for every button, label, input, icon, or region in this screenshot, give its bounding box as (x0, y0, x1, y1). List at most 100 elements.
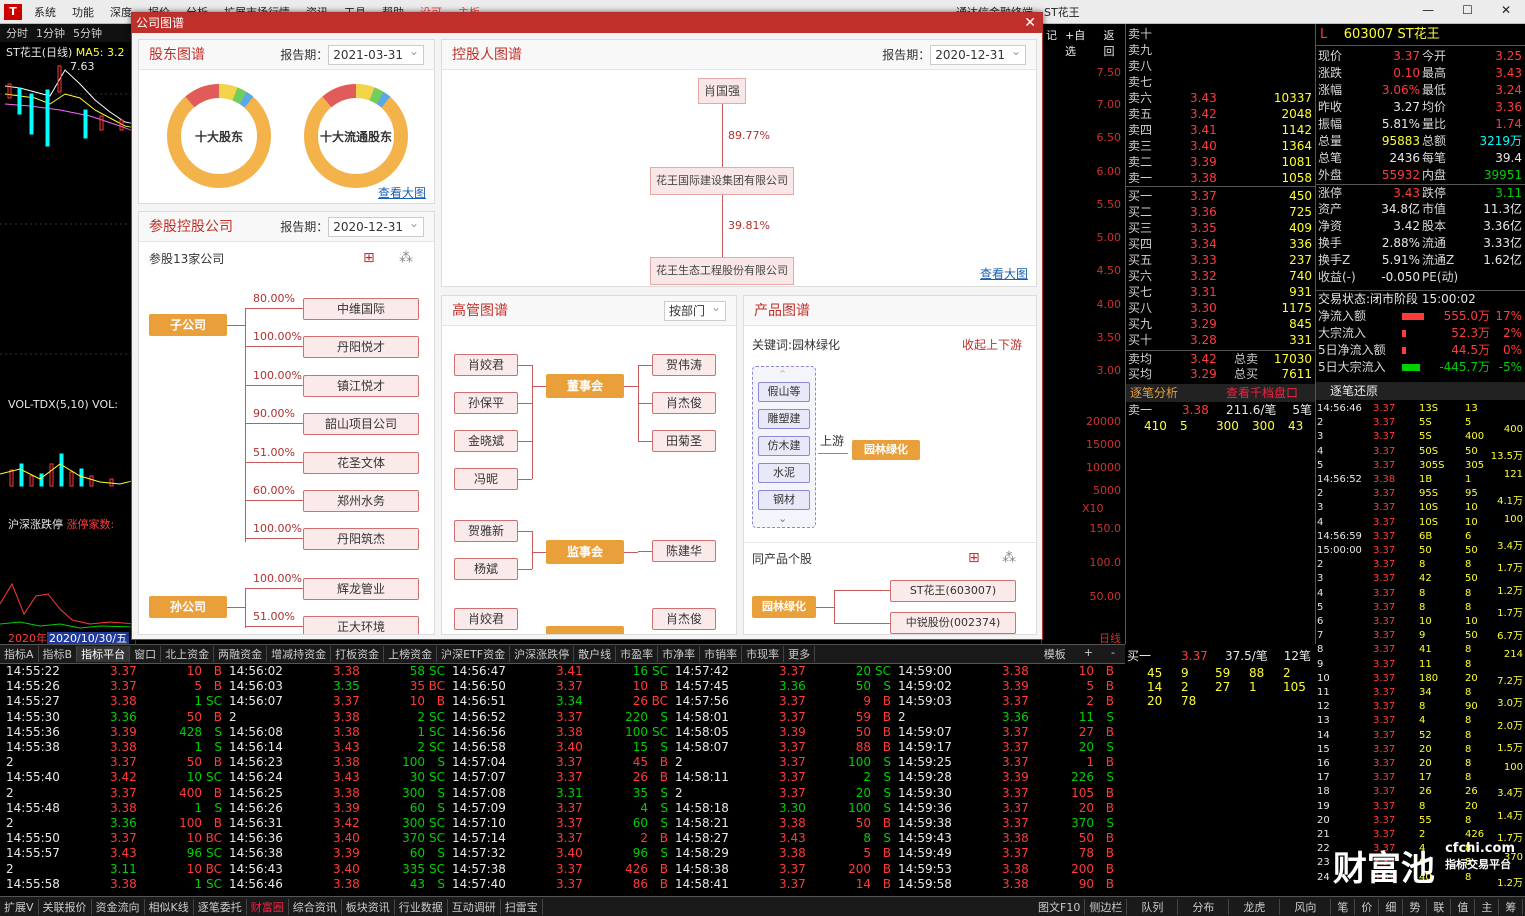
period-select[interactable]: 2020-12-31 (930, 42, 1026, 65)
subsidiary-root-node[interactable]: 子公司 (149, 314, 227, 336)
view-large-link[interactable]: 查看大图 (980, 265, 1028, 282)
period-select[interactable]: 2020-12-31 (328, 214, 424, 237)
depth-link[interactable]: 查看千档盘口 (1226, 384, 1298, 402)
side-tab[interactable]: 联 (1427, 898, 1452, 915)
template-control[interactable]: + (1080, 646, 1097, 662)
tab-1min[interactable]: 1分钟 (36, 25, 65, 41)
side-tab[interactable]: 价 (1355, 898, 1380, 915)
upstream-item[interactable]: 仿木建筑.. (758, 436, 810, 456)
upstream-item[interactable]: 雕塑建筑.. (758, 409, 810, 429)
controller-company-node[interactable]: 花王生态工程股份有限公司 (650, 257, 794, 285)
holding-node[interactable]: 丹阳筑杰 (303, 528, 419, 551)
indicator-tab[interactable]: 北上资金 (161, 646, 215, 662)
holding-node[interactable]: 辉龙管业 (303, 578, 419, 600)
executive-node[interactable]: 肖姣君 (454, 354, 518, 376)
tab-5min[interactable]: 5分钟 (73, 25, 102, 41)
side-tab[interactable]: 主 (1475, 898, 1500, 915)
department-node[interactable]: 董事会 (546, 374, 624, 398)
bottom-tab[interactable]: 行业数据 (395, 898, 448, 915)
executive-node[interactable]: 杨斌 (454, 558, 518, 580)
holding-node[interactable]: 镇江悦才 (303, 374, 419, 397)
note-button[interactable]: 记 (1046, 27, 1057, 59)
minimize-icon[interactable]: — (1414, 3, 1442, 17)
executive-node[interactable]: 肖杰俊 (652, 392, 716, 414)
executive-node[interactable]: 贺伟涛 (652, 354, 716, 376)
peer-stock-node[interactable]: ST花王(603007) (890, 580, 1016, 602)
controller-person-node[interactable]: 肖国强 (698, 78, 746, 104)
holding-node[interactable]: 郑州水务 (303, 490, 419, 512)
menu-system[interactable]: 系统 (26, 4, 64, 20)
indicator-tab[interactable]: 打板资金 (331, 646, 385, 662)
bottom-tab[interactable]: 扩展V (0, 898, 39, 915)
graph-view-icon[interactable]: ⁂ (1002, 550, 1016, 566)
holding-node[interactable]: 正大环境 (303, 616, 419, 634)
indicator-tab[interactable]: 指标平台 (77, 646, 131, 662)
tick-analysis-tab[interactable]: 逐笔分析 (1130, 384, 1178, 402)
side-tab[interactable]: 势 (1403, 898, 1428, 915)
department-node[interactable]: 监事会 (546, 540, 624, 564)
indicator-tab[interactable]: 更多 (784, 646, 816, 662)
product-node[interactable]: 园林绿化 (852, 440, 920, 460)
indicator-tab[interactable]: 指标A (0, 646, 39, 662)
upstream-item[interactable]: 水泥 (758, 463, 810, 483)
indicator-tab[interactable]: 指标B (39, 646, 78, 662)
side-tab[interactable]: 笔 (1331, 898, 1356, 915)
bottom-tab[interactable]: 综合资讯 (289, 898, 342, 915)
close-icon[interactable]: ✕ (1024, 13, 1036, 33)
side-tab[interactable]: 筹 (1499, 898, 1524, 915)
collapse-chain-link[interactable]: 收起上下游 (962, 336, 1022, 353)
side-tab[interactable]: 队列 (1127, 898, 1179, 915)
side-tab[interactable]: 值 (1451, 898, 1476, 915)
side-tab[interactable]: 分布 (1178, 898, 1230, 915)
upstream-item[interactable]: 钢材 (758, 490, 810, 510)
bottom-tab[interactable]: 扫雷宝 (501, 898, 543, 915)
close-icon[interactable]: ✕ (1493, 3, 1519, 17)
top10-holders-label[interactable]: 十大股东 (179, 128, 259, 145)
graph-view-icon[interactable]: ⁂ (399, 250, 413, 266)
bottom-tab[interactable]: 相似K线 (145, 898, 194, 915)
executive-node[interactable]: 贺雅新 (454, 520, 518, 542)
tick-restore-tab[interactable]: 逐笔还原 (1330, 384, 1378, 398)
indicator-tab[interactable]: 市现率 (742, 646, 785, 662)
holding-node[interactable]: 韶山项目公司 (303, 413, 419, 436)
grandsub-root-node[interactable]: 孙公司 (149, 596, 227, 618)
template-control[interactable]: 模板 (1040, 646, 1070, 662)
bottom-tab[interactable]: 互动调研 (448, 898, 501, 915)
indicator-tab[interactable]: 市销率 (700, 646, 743, 662)
bottom-tab[interactable]: 资金流向 (92, 898, 145, 915)
bottom-tab[interactable]: 财富圈 (247, 898, 289, 915)
upstream-item[interactable]: 假山等建.. (758, 382, 810, 402)
indicator-tab[interactable]: 上榜资金 (384, 646, 438, 662)
tree-view-icon[interactable]: ⊞ (363, 250, 375, 266)
back-button[interactable]: 返回 (1104, 27, 1126, 59)
controller-group-node[interactable]: 花王国际建设集团有限公司 (650, 167, 794, 195)
tab-timeshare[interactable]: 分时 (6, 25, 28, 41)
maximize-icon[interactable]: ☐ (1454, 3, 1481, 17)
executive-node[interactable]: 肖姣君 (454, 608, 518, 630)
indicator-tab[interactable]: 两融资金 (214, 646, 268, 662)
scroll-up-icon[interactable]: ⌃ (778, 368, 787, 381)
indicator-tab[interactable]: 散户线 (574, 646, 617, 662)
kline-chart-pane[interactable]: ST花王(日线) MA5: 3.2 7.63 VOL-TDX(5,10) VOL… (0, 24, 136, 645)
department-filter[interactable]: 按部门 (663, 298, 726, 321)
indicator-tab[interactable]: 增减持资金 (267, 646, 332, 662)
side-tab[interactable]: 细 (1379, 898, 1404, 915)
peer-stock-node[interactable]: 中锐股份(002374) (890, 612, 1016, 634)
executive-node[interactable]: 田菊圣 (652, 430, 716, 452)
executive-node[interactable]: 孙保平 (454, 392, 518, 414)
view-large-link[interactable]: 查看大图 (378, 184, 426, 201)
executive-node[interactable]: 金晓斌 (454, 430, 518, 452)
executive-node[interactable]: 陈建华 (652, 540, 716, 562)
scroll-down-icon[interactable]: ⌄ (778, 512, 787, 525)
indicator-tab[interactable]: 市净率 (658, 646, 701, 662)
side-tab[interactable]: 风向 (1280, 898, 1332, 915)
indicator-tab[interactable]: 市盈率 (616, 646, 659, 662)
tree-view-icon[interactable]: ⊞ (968, 550, 980, 566)
bottom-tab[interactable]: 板块资讯 (342, 898, 395, 915)
holding-node[interactable]: 中维国际 (303, 298, 419, 320)
indicator-tab[interactable]: 窗口 (130, 646, 162, 662)
side-tab[interactable]: 龙虎 (1229, 898, 1281, 915)
holding-node[interactable]: 花圣文体 (303, 451, 419, 474)
top10-float-holders-label[interactable]: 十大流通股东 (311, 128, 401, 145)
menu-function[interactable]: 功能 (64, 4, 102, 20)
